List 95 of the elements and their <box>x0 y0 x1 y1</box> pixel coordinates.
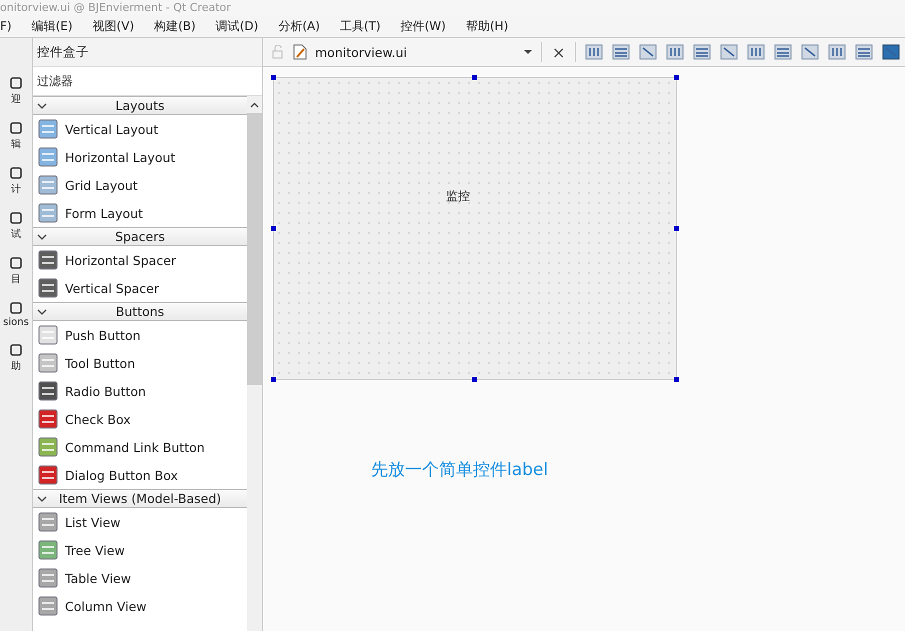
widget-icon <box>38 465 58 485</box>
mode-button[interactable]: 辑 <box>0 121 32 151</box>
mode-icon <box>9 166 23 180</box>
toolbar-icon[interactable] <box>828 44 846 60</box>
toolbar-icon[interactable] <box>639 44 658 60</box>
chevron-icon <box>37 494 47 502</box>
widget-item[interactable]: Horizontal Spacer <box>33 246 247 274</box>
widget-icon <box>38 203 58 223</box>
resize-handle[interactable] <box>674 226 679 231</box>
widget-item[interactable]: Tool Button <box>33 349 247 377</box>
widget-item[interactable]: Check Box <box>33 405 247 433</box>
widget-icon <box>38 325 58 345</box>
form-canvas[interactable]: 监控 <box>273 77 677 380</box>
widget-item[interactable]: Table View <box>33 564 247 592</box>
menu-item[interactable]: F) <box>0 19 18 33</box>
widget-item[interactable]: Vertical Spacer <box>33 274 247 302</box>
mode-icon <box>9 76 23 90</box>
resize-handle[interactable] <box>271 377 276 382</box>
mode-button[interactable]: sions <box>0 301 32 328</box>
resize-handle[interactable] <box>674 377 679 382</box>
widget-icon <box>38 147 58 167</box>
widget-icon <box>38 119 58 139</box>
mode-icon <box>9 301 23 315</box>
widget-icon <box>38 381 58 401</box>
widget-icon <box>38 353 58 373</box>
menu-item[interactable]: 分析(A) <box>264 18 326 34</box>
widget-icon <box>38 175 58 195</box>
mode-button[interactable]: 试 <box>0 211 32 241</box>
toolbar-icon[interactable] <box>774 44 792 60</box>
close-button[interactable]: × <box>550 42 568 62</box>
widget-icon <box>38 568 58 588</box>
widget-item[interactable]: Vertical Layout <box>33 115 247 143</box>
mode-button[interactable]: 计 <box>0 166 32 196</box>
toolbar-icon[interactable] <box>855 44 874 60</box>
menu-item[interactable]: 帮助(H) <box>452 18 514 34</box>
resize-handle[interactable] <box>674 75 679 80</box>
dropdown-caret-icon[interactable] <box>523 49 533 55</box>
widget-item[interactable]: Dialog Button Box <box>33 461 247 489</box>
mode-icon <box>9 256 23 270</box>
chevron-icon <box>37 308 47 316</box>
widget-item[interactable]: Command Link Button <box>33 433 247 461</box>
widget-item[interactable]: Horizontal Layout <box>33 143 247 171</box>
mode-button[interactable]: 迎 <box>0 76 32 106</box>
menu-item[interactable]: 工具(T) <box>326 18 387 34</box>
annotation-text: 先放一个简单控件label <box>371 459 550 481</box>
menu-item[interactable]: 控件(W) <box>386 18 452 34</box>
category-header[interactable]: Layouts <box>33 96 247 115</box>
category-header[interactable]: Buttons <box>33 302 247 321</box>
widget-item[interactable]: Tree View <box>33 536 247 564</box>
widget-icon <box>38 278 58 298</box>
toolbar-icon[interactable] <box>666 44 684 60</box>
widget-icon <box>38 512 58 532</box>
mode-icon <box>9 343 23 357</box>
scrollbar[interactable] <box>247 96 262 631</box>
category-header[interactable]: Spacers <box>33 227 247 246</box>
file-name[interactable]: monitorview.ui <box>315 44 515 60</box>
chevron-icon <box>37 102 47 110</box>
widget-item[interactable]: Grid Layout <box>33 171 247 199</box>
resize-handle[interactable] <box>472 377 477 382</box>
resize-handle[interactable] <box>271 75 276 80</box>
toolbar-icon[interactable] <box>612 44 630 60</box>
menu-item[interactable]: 视图(V) <box>78 18 140 34</box>
widget-icon <box>38 250 58 270</box>
widget-item[interactable]: Column View <box>33 592 247 620</box>
scroll-up-icon[interactable] <box>250 102 259 108</box>
toolbar-icon[interactable] <box>801 44 820 60</box>
menu-item[interactable]: 编辑(E) <box>18 18 79 34</box>
resize-handle[interactable] <box>271 226 276 231</box>
toolbar-icon[interactable] <box>882 44 900 60</box>
mode-button[interactable]: 助 <box>0 343 32 373</box>
resize-handle[interactable] <box>472 75 477 80</box>
toolbar-icon[interactable] <box>747 44 766 60</box>
menu-item[interactable]: 构建(B) <box>140 18 202 34</box>
toolbar-icon[interactable] <box>720 44 738 60</box>
category-header[interactable]: Item Views (Model-Based) <box>33 489 247 508</box>
widget-icon <box>38 409 58 429</box>
widget-icon <box>38 437 58 457</box>
window-title: onitorview.ui @ BJEnvierment - Qt Creator <box>0 0 231 14</box>
toolbar-icon[interactable] <box>693 44 712 60</box>
toolbar-icon[interactable] <box>585 44 604 60</box>
panel-title: 控件盒子 <box>37 44 89 60</box>
widget-item[interactable]: Radio Button <box>33 377 247 405</box>
scrollbar-thumb[interactable] <box>247 113 262 385</box>
widget-icon <box>38 596 58 616</box>
widget-item[interactable]: Form Layout <box>33 199 247 227</box>
mode-button[interactable]: 目 <box>0 256 32 286</box>
chevron-icon <box>37 232 47 240</box>
widget-icon <box>38 540 58 560</box>
widget-item[interactable]: List View <box>33 508 247 536</box>
mode-icon <box>9 211 23 225</box>
widget-item[interactable]: Push Button <box>33 321 247 349</box>
form-label[interactable]: 监控 <box>446 188 470 205</box>
menu-item[interactable]: 调试(D) <box>202 18 264 34</box>
mode-icon <box>9 121 23 135</box>
file-icon <box>293 44 307 60</box>
